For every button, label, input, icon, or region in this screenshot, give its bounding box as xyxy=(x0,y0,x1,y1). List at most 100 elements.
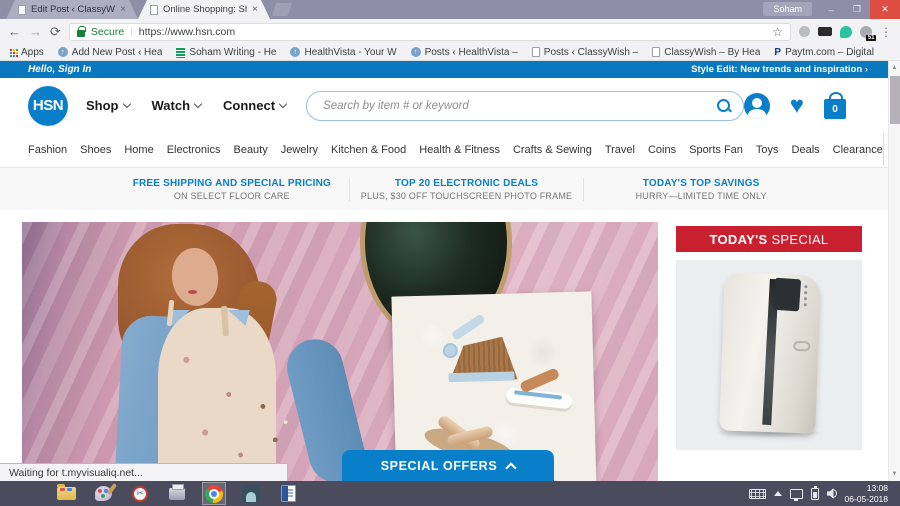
nav-item-health-fitness[interactable]: Health & Fitness xyxy=(419,144,500,156)
close-button[interactable]: ✕ xyxy=(870,0,900,19)
battery-icon[interactable] xyxy=(810,485,819,500)
hero-banner[interactable]: SPECIAL OFFERS xyxy=(22,222,658,481)
todays-special-banner[interactable]: TODAY'S SPECIAL xyxy=(676,226,862,252)
forward-icon[interactable]: → xyxy=(29,25,42,38)
taskbar-fax-scan[interactable] xyxy=(165,482,189,505)
bookmark-item[interactable]: Soham Writing - He xyxy=(176,46,277,58)
menu-shop[interactable]: Shop xyxy=(86,98,131,113)
category-nav-items: Fashion Shoes Home Electronics Beauty Je… xyxy=(28,144,883,156)
tab-classywish[interactable]: Edit Post ‹ ClassyWish — × xyxy=(6,0,138,19)
menu-connect[interactable]: Connect xyxy=(223,98,288,113)
sign-in-link[interactable]: Hello, Sign In xyxy=(28,64,91,75)
show-hidden-icons[interactable] xyxy=(773,491,782,496)
nav-item-kitchen-food[interactable]: Kitchen & Food xyxy=(331,144,406,156)
bookmark-item[interactable]: ↑ Add New Post ‹ Hea xyxy=(57,47,162,58)
nav-item-coins[interactable]: Coins xyxy=(648,144,676,156)
bookmark-label: Soham Writing - He xyxy=(189,46,277,58)
bookmark-star-icon[interactable]: ☆ xyxy=(772,25,783,39)
nav-item-shoes[interactable]: Shoes xyxy=(80,144,111,156)
new-tab-button[interactable] xyxy=(271,3,293,16)
nav-item-home[interactable]: Home xyxy=(124,144,153,156)
taskbar-clock[interactable]: 13:08 06-05-2018 xyxy=(845,483,892,504)
nav-item-deals[interactable]: Deals xyxy=(792,144,820,156)
taskbar-media-app[interactable] xyxy=(239,482,263,505)
search-icon[interactable] xyxy=(716,98,731,113)
nav-item-sports-fan[interactable]: Sports Fan xyxy=(689,144,743,156)
hsn-logo[interactable]: HSN xyxy=(28,85,68,126)
maximize-button[interactable]: ❐ xyxy=(844,0,870,19)
promo-strip: FREE SHIPPING AND SPECIAL PRICING ON SEL… xyxy=(0,168,888,210)
bookmark-label: ClassyWish – By Hea xyxy=(664,46,761,58)
chat-extension-icon[interactable] xyxy=(840,25,852,38)
volume-icon[interactable] xyxy=(826,488,837,500)
special-offers-button[interactable]: SPECIAL OFFERS xyxy=(342,450,554,481)
word-icon xyxy=(280,485,296,502)
taskbar-word[interactable] xyxy=(276,482,300,505)
url-text[interactable]: https://www.hsn.com xyxy=(139,26,766,38)
scrollbar-thumb[interactable] xyxy=(890,76,900,124)
taskbar-chrome-active[interactable] xyxy=(202,482,226,505)
bookmark-item[interactable]: P Paytm.com – Digital xyxy=(774,47,874,58)
refresh-icon[interactable]: ⟳ xyxy=(50,25,61,38)
bookmark-item[interactable]: ClassyWish – By Hea xyxy=(652,47,760,58)
search-input[interactable] xyxy=(321,98,717,113)
promo-title: TODAY'S TOP SAVINGS xyxy=(642,177,760,189)
tab-close-icon[interactable]: × xyxy=(252,4,258,15)
nav-item-travel[interactable]: Travel xyxy=(605,144,635,156)
bookmark-label: Posts ‹ HealthVista – xyxy=(424,46,518,58)
ac-buttons xyxy=(804,285,808,289)
extensions-area: 51 ⋮ xyxy=(799,25,892,41)
account-icon[interactable] xyxy=(743,92,770,119)
shield-extension-icon[interactable] xyxy=(799,26,810,37)
ac-handle xyxy=(793,340,811,352)
bookmarks-bar: Apps ↑ Add New Post ‹ Hea Soham Writing … xyxy=(0,44,900,61)
keyboard-icon[interactable] xyxy=(748,488,766,499)
bookmark-item[interactable]: ↑ Posts ‹ HealthVista – xyxy=(410,46,518,58)
address-bar[interactable]: Secure | https://www.hsn.com ☆ xyxy=(68,22,791,41)
promo-free-shipping[interactable]: FREE SHIPPING AND SPECIAL PRICING ON SEL… xyxy=(115,178,349,201)
window-titlebar: Edit Post ‹ ClassyWish — × Online Shoppi… xyxy=(0,0,900,19)
nav-item-jewelry[interactable]: Jewelry xyxy=(281,144,318,156)
nav-item-clearance[interactable]: Clearance xyxy=(833,144,883,156)
counter-extension-icon[interactable]: 51 xyxy=(860,25,876,41)
taskbar-snipping-tool[interactable]: ✂ xyxy=(128,482,152,505)
favorites-heart-icon[interactable]: ♥ xyxy=(790,93,804,117)
bookmark-item[interactable]: ↑ HealthVista - Your W xyxy=(290,47,397,58)
shopping-bag-icon[interactable]: 0 xyxy=(824,92,846,119)
banner-bold-text: TODAY'S xyxy=(709,231,768,247)
style-edit-link[interactable]: Style Edit: New trends and inspiration › xyxy=(691,64,868,75)
menu-watch[interactable]: Watch xyxy=(152,98,203,113)
menu-label: Connect xyxy=(223,98,276,113)
site-topbar: Hello, Sign In Style Edit: New trends an… xyxy=(0,61,888,78)
clock-date: 06-05-2018 xyxy=(844,493,888,504)
nav-item-toys[interactable]: Toys xyxy=(756,144,779,156)
taskbar-paint[interactable] xyxy=(91,482,115,505)
nav-item-crafts-sewing[interactable]: Crafts & Sewing xyxy=(513,144,592,156)
page-scrollbar[interactable]: ▲ ▼ xyxy=(888,61,900,481)
browser-profile-chip[interactable]: Soham xyxy=(763,2,812,16)
tab-close-icon[interactable]: × xyxy=(120,4,126,15)
taskbar-file-explorer[interactable] xyxy=(54,482,78,505)
globe-icon: ↑ xyxy=(57,47,68,57)
back-icon[interactable]: ← xyxy=(8,25,21,38)
tab-title: Online Shopping: Shop t xyxy=(163,4,245,15)
nav-item-electronics[interactable]: Electronics xyxy=(167,144,221,156)
nav-item-beauty[interactable]: Beauty xyxy=(233,144,267,156)
browser-menu-icon[interactable]: ⋮ xyxy=(880,25,892,39)
tab-hsn-active[interactable]: Online Shopping: Shop t × xyxy=(138,0,270,19)
apps-shortcut[interactable]: Apps xyxy=(10,47,44,58)
display-icon[interactable] xyxy=(789,488,803,501)
promo-electronic-deals[interactable]: TOP 20 ELECTRONIC DEALS PLUS, $30 OFF TO… xyxy=(348,177,584,201)
url-divider: | xyxy=(130,26,133,37)
todays-special-product[interactable] xyxy=(676,260,862,450)
dark-extension-icon[interactable] xyxy=(818,27,832,36)
minimize-button[interactable]: – xyxy=(818,0,844,19)
scroll-up-arrow[interactable]: ▲ xyxy=(889,61,900,74)
scroll-down-arrow[interactable]: ▼ xyxy=(889,467,900,480)
page-icon xyxy=(531,47,540,57)
ac-control-panel xyxy=(772,277,802,312)
bookmark-item[interactable]: Posts ‹ ClassyWish – xyxy=(531,47,638,58)
promo-top-savings[interactable]: TODAY'S TOP SAVINGS HURRY—LIMITED TIME O… xyxy=(583,177,818,201)
system-tray: 13:08 06-05-2018 xyxy=(748,483,900,504)
nav-item-fashion[interactable]: Fashion xyxy=(28,144,67,156)
